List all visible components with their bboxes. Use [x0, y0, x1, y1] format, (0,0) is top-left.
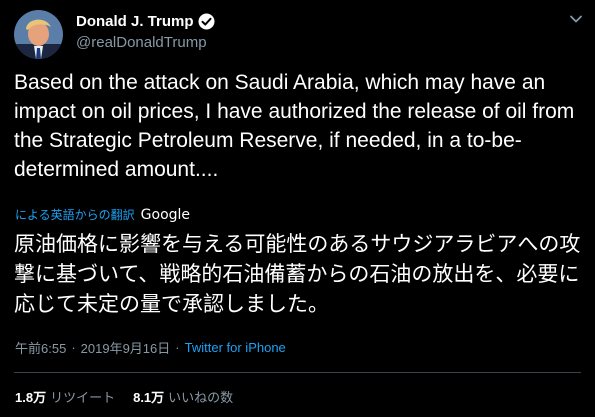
- display-name[interactable]: Donald J. Trump: [76, 13, 194, 30]
- tweet-source[interactable]: Twitter for iPhone: [185, 340, 286, 355]
- verified-badge-icon: [198, 13, 215, 30]
- translation-label[interactable]: による英語からの翻訳: [15, 206, 135, 223]
- google-label: Google: [140, 206, 191, 223]
- chevron-down-icon[interactable]: [569, 12, 583, 26]
- meta-separator: ·: [71, 340, 76, 355]
- meta-separator: ·: [175, 340, 180, 355]
- tweet-date[interactable]: 2019年9月16日: [81, 338, 171, 357]
- tweet-stats: 1.8万 リツイート 8.1万 いいねの数: [15, 387, 233, 406]
- avatar-image: [14, 10, 63, 59]
- avatar[interactable]: [14, 10, 63, 59]
- retweets-stat[interactable]: 1.8万 リツイート: [15, 387, 115, 406]
- divider: [14, 372, 581, 373]
- retweets-label: リツイート: [50, 390, 116, 405]
- tweet-text: Based on the attack on Saudi Arabia, whi…: [14, 71, 575, 181]
- translation-attribution: による英語からの翻訳 Google: [15, 206, 190, 223]
- likes-label: いいねの数: [168, 390, 234, 405]
- translated-text: 原油価格に影響を与える可能性のあるサウジアラビアへの攻撃に基づいて、戦略的石油備…: [14, 232, 581, 316]
- tweet-meta: 午前6:55 · 2019年9月16日 · Twitter for iPhone: [15, 338, 286, 357]
- retweets-count: 1.8万: [15, 390, 47, 405]
- author-name-row: Donald J. Trump: [76, 13, 215, 30]
- likes-count: 8.1万: [133, 390, 165, 405]
- tweet-time[interactable]: 午前6:55: [15, 338, 66, 357]
- user-handle[interactable]: @realDonaldTrump: [76, 34, 207, 51]
- likes-stat[interactable]: 8.1万 いいねの数: [133, 387, 233, 406]
